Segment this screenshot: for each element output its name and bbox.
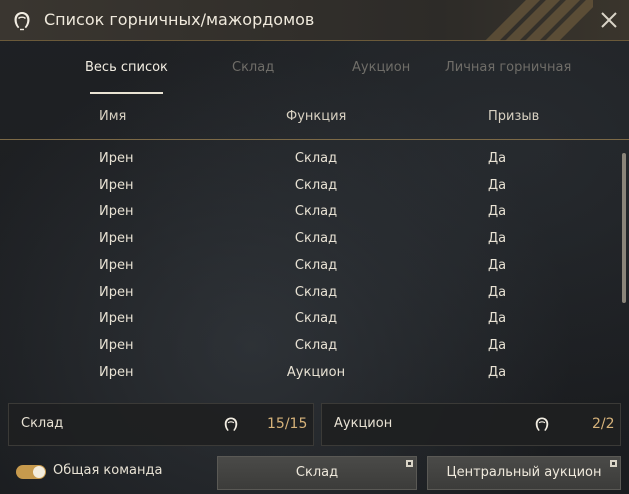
row-name: Ирен: [99, 257, 134, 273]
row-function: Склад: [294, 231, 338, 247]
table-row[interactable]: Ирен Склад Да: [0, 253, 612, 280]
maid-list: Ирен Склад Да Ирен Склад Да Ирен Склад Д…: [0, 146, 612, 386]
active-tab-indicator: [90, 92, 163, 94]
expand-icon: [406, 460, 413, 467]
row-name: Ирен: [99, 311, 134, 327]
tab-auction[interactable]: Аукцион: [352, 60, 410, 75]
row-name: Ирен: [99, 204, 134, 220]
row-function: Склад: [294, 151, 338, 166]
row-function: Склад: [294, 337, 338, 353]
warehouse-counter-label: Склад: [21, 416, 64, 431]
table-row[interactable]: Ирен Аукцион Да: [0, 360, 612, 386]
row-summon: Да: [488, 364, 507, 380]
tab-warehouse[interactable]: Склад: [232, 60, 274, 75]
table-row[interactable]: Ирен Склад Да: [0, 226, 612, 253]
table-row[interactable]: Ирен Склад Да: [0, 146, 612, 173]
column-header-function[interactable]: Функция: [286, 109, 346, 124]
row-function: Склад: [294, 257, 338, 273]
tab-personal-maid[interactable]: Личная горничная: [445, 60, 571, 75]
table-row[interactable]: Ирен Склад Да: [0, 199, 612, 226]
row-summon: Да: [488, 257, 507, 273]
row-function: Аукцион: [286, 364, 346, 380]
row-name: Ирен: [99, 151, 134, 166]
maid-icon: [535, 417, 549, 431]
list-scrollbar[interactable]: [622, 153, 626, 303]
window-title: Список горничных/мажордомов: [44, 10, 315, 29]
column-header-name[interactable]: Имя: [99, 109, 126, 124]
row-name: Ирен: [99, 364, 134, 380]
row-function: Склад: [294, 204, 338, 220]
expand-icon: [610, 460, 617, 467]
auction-counter-label: Аукцион: [334, 416, 393, 431]
auction-counter-value: 2/2: [592, 416, 615, 432]
row-function: Склад: [294, 311, 338, 327]
central-auction-button[interactable]: Центральный аукцион: [427, 456, 621, 490]
toggle-knob: [33, 466, 45, 478]
toggle-switch[interactable]: [16, 465, 46, 479]
row-function: Склад: [294, 177, 338, 193]
row-name: Ирен: [99, 231, 134, 247]
row-name: Ирен: [99, 284, 134, 300]
warehouse-button-label: Склад: [295, 465, 339, 480]
row-summon: Да: [488, 177, 507, 193]
auction-counter: Аукцион 2/2: [321, 403, 621, 446]
row-summon: Да: [488, 284, 507, 300]
toggle-label: Общая команда: [53, 463, 163, 478]
row-summon: Да: [488, 204, 507, 220]
warehouse-counter: Склад 15/15: [8, 403, 314, 446]
row-name: Ирен: [99, 337, 134, 353]
table-row[interactable]: Ирен Склад Да: [0, 333, 612, 360]
close-icon[interactable]: [597, 8, 621, 32]
maid-icon: [14, 12, 30, 31]
row-name: Ирен: [99, 177, 134, 193]
title-bar[interactable]: Список горничных/мажордомов: [0, 0, 629, 41]
table-row[interactable]: Ирен Склад Да: [0, 306, 612, 333]
column-header-summon[interactable]: Призыв: [488, 109, 539, 124]
header-divider: [0, 139, 629, 140]
table-row[interactable]: Ирен Склад Да: [0, 173, 612, 200]
maid-icon: [224, 417, 238, 431]
row-function: Склад: [294, 284, 338, 300]
central-auction-button-label: Центральный аукцион: [446, 465, 602, 480]
title-decoration: [483, 0, 593, 41]
row-summon: Да: [488, 337, 507, 353]
warehouse-counter-value: 15/15: [267, 416, 308, 432]
tab-bar: Весь список Склад Аукцион Личная горничн…: [0, 41, 629, 95]
maid-list-window: Список горничных/мажордомов Весь список …: [0, 0, 629, 494]
row-summon: Да: [488, 231, 507, 247]
table-row[interactable]: Ирен Склад Да: [0, 280, 612, 307]
tab-all-list[interactable]: Весь список: [85, 60, 168, 75]
warehouse-button[interactable]: Склад: [217, 456, 417, 490]
row-summon: Да: [488, 151, 507, 166]
row-summon: Да: [488, 311, 507, 327]
